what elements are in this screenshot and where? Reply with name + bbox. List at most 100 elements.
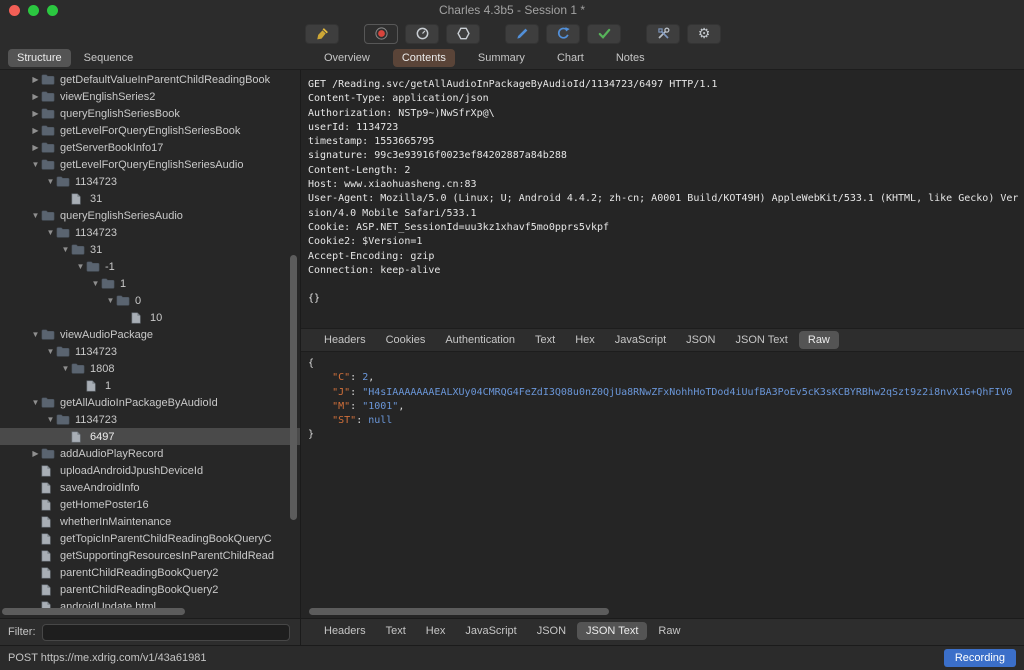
tree-item[interactable]: ▶ addAudioPlayRecord bbox=[0, 445, 300, 462]
collapse-arrow-icon[interactable]: ▼ bbox=[45, 415, 56, 424]
request-tab-raw[interactable]: Raw bbox=[798, 331, 839, 349]
tree-item[interactable]: parentChildReadingBookQuery2 bbox=[0, 564, 300, 581]
settings-button[interactable]: ⚙ bbox=[687, 23, 721, 44]
response-tab-javascript[interactable]: JavaScript bbox=[456, 622, 525, 640]
response-tab-json[interactable]: JSON bbox=[528, 622, 575, 640]
tree-item[interactable]: ▼ getAllAudioInPackageByAudioId bbox=[0, 394, 300, 411]
collapse-arrow-icon[interactable]: ▼ bbox=[90, 279, 101, 288]
response-tab-text[interactable]: Text bbox=[377, 622, 415, 640]
response-tab-headers[interactable]: Headers bbox=[315, 622, 375, 640]
collapse-arrow-icon[interactable]: ▼ bbox=[75, 262, 86, 271]
response-tab-json-text[interactable]: JSON Text bbox=[577, 622, 648, 640]
tools-button[interactable] bbox=[646, 23, 680, 44]
expand-arrow-icon[interactable]: ▶ bbox=[30, 143, 41, 152]
tree-item[interactable]: ▼ 1134723 bbox=[0, 411, 300, 428]
tree-item[interactable]: 10 bbox=[0, 309, 300, 326]
json-value: null bbox=[368, 415, 393, 427]
expand-arrow-icon[interactable]: ▶ bbox=[30, 126, 41, 135]
tree-item[interactable]: 1 bbox=[0, 377, 300, 394]
main-tab-notes[interactable]: Notes bbox=[607, 49, 654, 67]
record-button[interactable] bbox=[364, 23, 398, 44]
collapse-arrow-icon[interactable]: ▼ bbox=[30, 160, 41, 169]
tree-item-label: 1808 bbox=[90, 362, 115, 375]
tree-item[interactable]: ▼ getLevelForQueryEnglishSeriesAudio bbox=[0, 156, 300, 173]
tree-item[interactable]: parentChildReadingBookQuery2 bbox=[0, 581, 300, 598]
tree-item[interactable]: saveAndroidInfo bbox=[0, 479, 300, 496]
collapse-arrow-icon[interactable]: ▼ bbox=[45, 347, 56, 356]
file-icon bbox=[71, 193, 87, 205]
tree-item[interactable]: getTopicInParentChildReadingBookQueryC bbox=[0, 530, 300, 547]
request-tab-authentication[interactable]: Authentication bbox=[436, 331, 524, 349]
traffic-lights bbox=[9, 0, 66, 20]
zoom-button[interactable] bbox=[47, 4, 58, 16]
collapse-arrow-icon[interactable]: ▼ bbox=[60, 245, 71, 254]
breakpoints-button[interactable] bbox=[446, 23, 480, 44]
tree-item[interactable]: 31 bbox=[0, 190, 300, 207]
sidebar-vertical-scrollbar[interactable] bbox=[290, 255, 297, 520]
clear-button[interactable] bbox=[305, 23, 339, 44]
validate-button[interactable] bbox=[587, 23, 621, 44]
toolbar: ⚙ bbox=[0, 20, 1024, 47]
main-tab-overview[interactable]: Overview bbox=[315, 49, 379, 67]
collapse-arrow-icon[interactable]: ▼ bbox=[45, 228, 56, 237]
tree-item[interactable]: ▶ viewEnglishSeries2 bbox=[0, 88, 300, 105]
tree-item[interactable]: getHomePoster16 bbox=[0, 496, 300, 513]
sidebar-tab-structure[interactable]: Structure bbox=[8, 49, 71, 67]
tree-item[interactable]: ▼ 1134723 bbox=[0, 343, 300, 360]
response-tab-hex[interactable]: Hex bbox=[417, 622, 455, 640]
request-tab-json[interactable]: JSON bbox=[677, 331, 724, 349]
tree-item[interactable]: ▼ 1134723 bbox=[0, 173, 300, 190]
throttle-button[interactable] bbox=[405, 23, 439, 44]
tree-item[interactable]: ▶ getDefaultValueInParentChildReadingBook bbox=[0, 71, 300, 88]
collapse-arrow-icon[interactable]: ▼ bbox=[30, 330, 41, 339]
request-tab-hex[interactable]: Hex bbox=[566, 331, 604, 349]
main-tab-chart[interactable]: Chart bbox=[548, 49, 593, 67]
response-tab-raw[interactable]: Raw bbox=[649, 622, 689, 640]
expand-arrow-icon[interactable]: ▶ bbox=[30, 75, 41, 84]
request-tab-text[interactable]: Text bbox=[526, 331, 564, 349]
sidebar-tab-sequence[interactable]: Sequence bbox=[75, 49, 143, 67]
collapse-arrow-icon[interactable]: ▼ bbox=[60, 364, 71, 373]
json-punctuation: : bbox=[350, 386, 363, 398]
collapse-arrow-icon[interactable]: ▼ bbox=[30, 398, 41, 407]
expand-arrow-icon[interactable]: ▶ bbox=[30, 449, 41, 458]
tree-item[interactable]: ▼ 0 bbox=[0, 292, 300, 309]
tree-item[interactable]: ▶ queryEnglishSeriesBook bbox=[0, 105, 300, 122]
main-tab-summary[interactable]: Summary bbox=[469, 49, 534, 67]
collapse-arrow-icon[interactable]: ▼ bbox=[105, 296, 116, 305]
collapse-arrow-icon[interactable]: ▼ bbox=[30, 211, 41, 220]
tree-item[interactable]: ▶ getServerBookInfo17 bbox=[0, 139, 300, 156]
expand-arrow-icon[interactable]: ▶ bbox=[30, 92, 41, 101]
tree-item[interactable]: getSupportingResourcesInParentChildRead bbox=[0, 547, 300, 564]
request-tab-headers[interactable]: Headers bbox=[315, 331, 375, 349]
request-line: Connection: keep-alive bbox=[308, 264, 441, 276]
tree-item[interactable]: ▶ getLevelForQueryEnglishSeriesBook bbox=[0, 122, 300, 139]
tree-item[interactable]: ▼ viewAudioPackage bbox=[0, 326, 300, 343]
response-horizontal-scrollbar[interactable] bbox=[309, 608, 609, 615]
compose-button[interactable] bbox=[505, 23, 539, 44]
minimize-button[interactable] bbox=[28, 4, 39, 16]
tree-item[interactable]: ▼ 1 bbox=[0, 275, 300, 292]
main-tab-contents[interactable]: Contents bbox=[392, 49, 455, 67]
close-button[interactable] bbox=[9, 4, 20, 16]
request-tab-javascript[interactable]: JavaScript bbox=[606, 331, 675, 349]
tree-item[interactable]: uploadAndroidJpushDeviceId bbox=[0, 462, 300, 479]
collapse-arrow-icon[interactable]: ▼ bbox=[45, 177, 56, 186]
tree-item[interactable]: ▼ 1134723 bbox=[0, 224, 300, 241]
expand-arrow-icon[interactable]: ▶ bbox=[30, 109, 41, 118]
sidebar-horizontal-scrollbar[interactable] bbox=[2, 608, 185, 615]
tree-item[interactable]: ▼ queryEnglishSeriesAudio bbox=[0, 207, 300, 224]
tree-item-label: getAllAudioInPackageByAudioId bbox=[60, 396, 218, 409]
tree-item-label: uploadAndroidJpushDeviceId bbox=[60, 464, 204, 477]
repeat-button[interactable] bbox=[546, 23, 580, 44]
folder-icon bbox=[41, 159, 57, 170]
tree-item[interactable]: 6497 bbox=[0, 428, 300, 445]
tree-item[interactable]: ▼ 1808 bbox=[0, 360, 300, 377]
request-tab-cookies[interactable]: Cookies bbox=[377, 331, 435, 349]
filter-input[interactable] bbox=[41, 623, 290, 641]
tree-item[interactable]: ▼ 31 bbox=[0, 241, 300, 258]
tree-item[interactable]: ▼ -1 bbox=[0, 258, 300, 275]
tree-item[interactable]: whetherInMaintenance bbox=[0, 513, 300, 530]
request-tab-json-text[interactable]: JSON Text bbox=[727, 331, 797, 349]
response-json-line: "C": 2, bbox=[308, 371, 1024, 385]
